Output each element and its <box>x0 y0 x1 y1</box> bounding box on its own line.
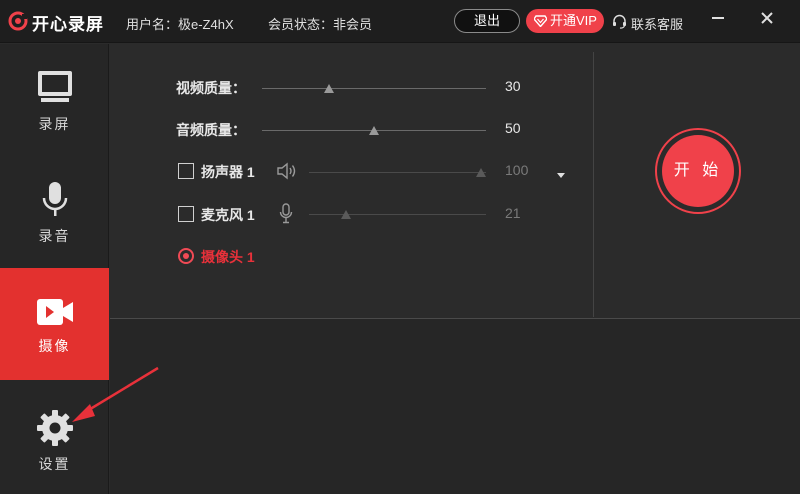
panel-divider-vertical <box>593 52 594 317</box>
microphone-checkbox[interactable] <box>178 206 194 222</box>
title-bar: 开心录屏 用户名：极e-Z4hX 会员状态：非会员 退出 开通VIP 联系客服 <box>0 0 800 43</box>
minimize-button[interactable] <box>703 6 733 30</box>
speaker-dropdown-chevron-down-icon[interactable] <box>557 173 565 178</box>
vip-button-label: 开通VIP <box>550 13 597 28</box>
vip-button[interactable]: 开通VIP <box>526 9 604 33</box>
audio-quality-label: 音频质量： <box>176 122 246 138</box>
diamond-icon <box>534 15 547 27</box>
speaker-volume-slider[interactable] <box>309 172 486 173</box>
annotation-arrow-icon <box>72 366 159 422</box>
camera-icon <box>37 299 73 325</box>
headset-icon <box>613 14 626 29</box>
sidebar-item-label: 录屏 <box>38 116 71 132</box>
speaker-label: 扬声器 1 <box>201 164 255 180</box>
microphone-volume-slider-thumb[interactable] <box>341 210 352 219</box>
audio-quality-slider-thumb[interactable] <box>369 126 379 135</box>
sidebar-item-audio-record[interactable]: 录音 <box>0 156 109 268</box>
start-button[interactable]: 开 始 <box>662 135 734 207</box>
microphone-label: 麦克风 1 <box>201 207 255 223</box>
camera-label: 摄像头 1 <box>201 249 255 265</box>
app-title: 开心录屏 <box>32 15 104 34</box>
video-quality-label: 视频质量： <box>176 80 246 96</box>
lower-panel <box>110 319 800 494</box>
video-quality-slider-thumb[interactable] <box>324 84 335 93</box>
audio-quality-value: 50 <box>505 120 521 136</box>
contact-support-label: 联系客服 <box>631 17 684 32</box>
monitor-icon <box>38 71 72 102</box>
username-label: 用户名：极e-Z4hX <box>126 17 234 32</box>
speaker-volume-slider-thumb[interactable] <box>476 168 486 177</box>
microphone-icon <box>42 182 68 216</box>
speaker-checkbox[interactable] <box>178 163 194 179</box>
microphone-volume-value: 21 <box>505 205 521 221</box>
logout-button[interactable]: 退出 <box>454 9 520 33</box>
sidebar-item-label: 设置 <box>38 456 71 472</box>
close-button[interactable] <box>752 6 782 30</box>
microphone-volume-slider[interactable] <box>309 214 486 215</box>
sidebar-item-label: 摄像 <box>38 338 71 354</box>
speaker-icon <box>277 162 296 180</box>
contact-support-link[interactable]: 联系客服 <box>612 14 683 33</box>
sidebar-item-label: 录音 <box>38 228 71 244</box>
video-quality-slider[interactable] <box>262 88 486 89</box>
membership-status: 会员状态：非会员 <box>268 17 373 32</box>
speaker-volume-value: 100 <box>505 162 529 178</box>
microphone-icon <box>279 203 293 224</box>
video-quality-value: 30 <box>505 78 521 94</box>
app-logo-icon <box>8 11 28 31</box>
camera-radio[interactable] <box>178 248 194 264</box>
sidebar-item-screen-record[interactable]: 录屏 <box>0 44 109 156</box>
